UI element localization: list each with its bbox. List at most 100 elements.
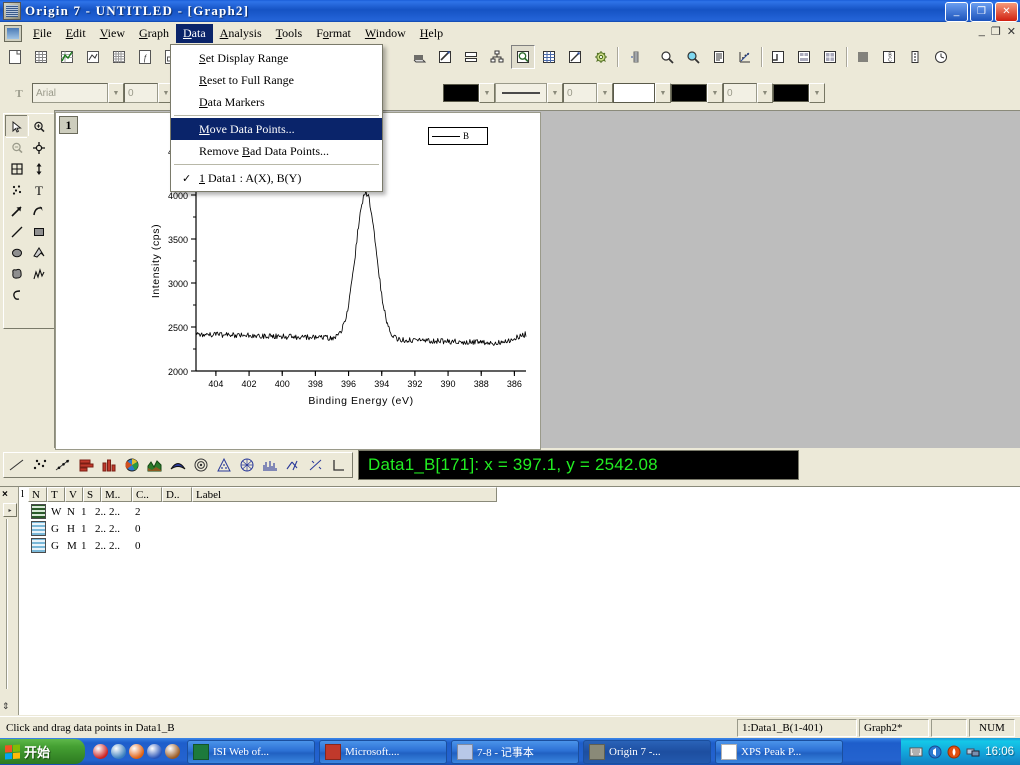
zoom-plot-icon[interactable]: [304, 454, 328, 476]
layer-icon[interactable]: [459, 45, 483, 69]
text-color-dropdown-arrow[interactable]: ▼: [479, 83, 495, 103]
screen-reader-tool[interactable]: [27, 136, 51, 159]
project-explorer-close-icon[interactable]: ×: [2, 489, 8, 500]
new-graph-icon[interactable]: [55, 45, 79, 69]
arrow-tool[interactable]: [5, 199, 29, 222]
pattern-color-dropdown-arrow[interactable]: ▼: [707, 83, 723, 103]
area-plot-icon[interactable]: [143, 454, 167, 476]
project-explorer-column-header[interactable]: S: [83, 487, 101, 502]
project-explorer-bottom-handle[interactable]: ⇕: [2, 701, 10, 712]
quicklaunch-maxthon-icon[interactable]: [111, 744, 126, 759]
scale-icon[interactable]: [622, 45, 646, 69]
menu-data[interactable]: Data: [175, 23, 213, 43]
project-explorer-column-header[interactable]: C..: [132, 487, 162, 502]
pattern-width-dropdown-arrow[interactable]: ▼: [757, 83, 773, 103]
pattern-fill-dropdown-arrow[interactable]: ▼: [809, 83, 825, 103]
project-explorer-column-header[interactable]: N: [28, 487, 47, 502]
menu-analysis[interactable]: Analysis: [213, 24, 269, 43]
mdi-restore-button[interactable]: ❐: [991, 25, 1001, 38]
new-layout-icon[interactable]: [81, 45, 105, 69]
pattern-fill-swatch[interactable]: [773, 84, 809, 102]
zoom-panel-icon[interactable]: [511, 45, 535, 69]
ellipse-tool[interactable]: [5, 241, 29, 264]
taskbar-button-0[interactable]: ISI Web of...: [187, 739, 315, 764]
quicklaunch-firefox-icon[interactable]: [129, 744, 144, 759]
line-width-field[interactable]: 0: [563, 83, 597, 103]
zoom-in-tool[interactable]: [27, 115, 51, 138]
menu-graph[interactable]: Graph: [132, 24, 176, 43]
maximize-button[interactable]: ❐: [970, 2, 993, 22]
text-tool[interactable]: T: [27, 178, 51, 201]
curved-arrow-tool[interactable]: [27, 199, 51, 222]
data-menu-item-5[interactable]: Remove Bad Data Points...: [171, 140, 382, 162]
zoom-out-tool[interactable]: [5, 136, 29, 159]
tray-volume-icon[interactable]: [928, 745, 942, 759]
font-style-icon[interactable]: T: [7, 81, 31, 105]
sheet-icon[interactable]: [537, 45, 561, 69]
tray-keyboard-icon[interactable]: [909, 745, 923, 759]
polygon-tool[interactable]: [27, 241, 51, 264]
col-icon[interactable]: [903, 45, 927, 69]
scatter-plot-icon[interactable]: [28, 454, 52, 476]
project-explorer-splitter[interactable]: [6, 519, 7, 689]
minimize-button[interactable]: _: [945, 2, 968, 22]
tree-icon[interactable]: [485, 45, 509, 69]
project-explorer-column-header[interactable]: Label: [192, 487, 497, 502]
menu-window[interactable]: Window: [358, 24, 413, 43]
data-display-tool[interactable]: [5, 178, 29, 201]
close-button[interactable]: ✕: [995, 2, 1018, 22]
taskbar-button-4[interactable]: XPS Peak P...: [715, 739, 843, 764]
new-matrix-icon[interactable]: [107, 45, 131, 69]
fill-area-plot-icon[interactable]: [166, 454, 190, 476]
fill-color-dropdown-arrow[interactable]: ▼: [655, 83, 671, 103]
line-symbol-plot-icon[interactable]: [51, 454, 75, 476]
quicklaunch-browser-icon[interactable]: [165, 744, 180, 759]
project-explorer-column-header[interactable]: M..: [101, 487, 132, 502]
contour-plot-icon[interactable]: [235, 454, 259, 476]
arrange-layers-icon[interactable]: [792, 45, 816, 69]
project-explorer-row[interactable]: W N 1 2.. 2.. 2: [18, 503, 183, 520]
taskbar-button-2[interactable]: 7-8 - 记事本: [451, 739, 579, 764]
bar-plot-icon[interactable]: [74, 454, 98, 476]
quicklaunch-media-icon[interactable]: [147, 744, 162, 759]
addlayer-icon[interactable]: [818, 45, 842, 69]
new-project-icon[interactable]: [3, 45, 27, 69]
rescale-icon[interactable]: [766, 45, 790, 69]
rectangle-tool[interactable]: [27, 220, 51, 243]
fill-color-swatch[interactable]: [613, 83, 655, 103]
pattern-width-field[interactable]: 0: [723, 83, 757, 103]
taskbar-clock[interactable]: 16:06: [985, 746, 1014, 758]
line-style-dropdown-arrow[interactable]: ▼: [547, 83, 563, 103]
print-stack-icon[interactable]: [407, 45, 431, 69]
pie-plot-icon[interactable]: [120, 454, 144, 476]
taskbar-button-3[interactable]: Origin 7 -...: [583, 739, 711, 764]
polar-plot-icon[interactable]: [189, 454, 213, 476]
edit-icon[interactable]: [433, 45, 457, 69]
textdoc-icon[interactable]: [707, 45, 731, 69]
new-worksheet-icon[interactable]: [29, 45, 53, 69]
ternary-plot-icon[interactable]: [212, 454, 236, 476]
waterfall-plot-icon[interactable]: [258, 454, 282, 476]
mdi-close-button[interactable]: ✕: [1007, 25, 1016, 38]
project-explorer-column-header[interactable]: D..: [162, 487, 192, 502]
data-menu-item-2[interactable]: Data Markers: [171, 91, 382, 113]
menu-edit[interactable]: Edit: [59, 24, 93, 43]
font-name-dropdown-arrow[interactable]: ▼: [108, 83, 124, 103]
project-explorer-column-header[interactable]: T: [47, 487, 65, 502]
line-tool[interactable]: [5, 220, 29, 243]
tray-network-icon[interactable]: [966, 745, 980, 759]
project-explorer-row[interactable]: G M 1 2.. 2.. 0: [18, 537, 183, 554]
column-plot-icon[interactable]: [97, 454, 121, 476]
data-menu-item-1[interactable]: Reset to Full Range: [171, 69, 382, 91]
font-name-field[interactable]: Arial: [32, 83, 108, 103]
pattern-color-swatch[interactable]: [671, 84, 707, 102]
export-icon[interactable]: [563, 45, 587, 69]
start-button[interactable]: 开始: [0, 739, 85, 764]
mask-icon[interactable]: [733, 45, 757, 69]
double-axis-icon[interactable]: [327, 454, 351, 476]
project-explorer-row[interactable]: G H 1 2.. 2.. 0: [18, 520, 183, 537]
clock-icon[interactable]: [929, 45, 953, 69]
gear-icon[interactable]: [589, 45, 613, 69]
new-function-icon[interactable]: f: [133, 45, 157, 69]
menu-file[interactable]: FFileile: [26, 24, 59, 43]
